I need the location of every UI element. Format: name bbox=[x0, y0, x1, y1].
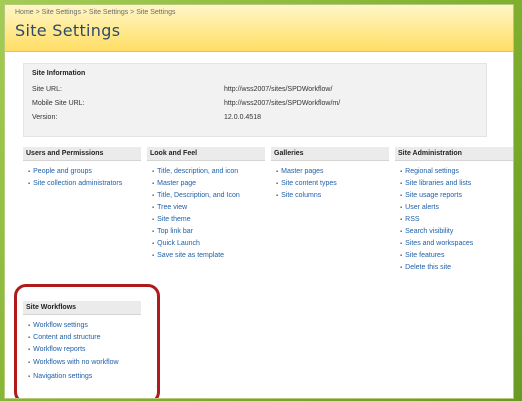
link-sites-and-workspaces[interactable]: Sites and workspaces bbox=[400, 238, 513, 250]
page-header: Home > Site Settings > Site Settings > S… bbox=[5, 5, 513, 52]
page-title: Site Settings bbox=[15, 21, 121, 40]
link-rss[interactable]: RSS bbox=[400, 214, 513, 226]
site-administration-title: Site Administration bbox=[395, 147, 513, 161]
site-information-panel: Site Information Site URL: http://wss200… bbox=[23, 63, 487, 137]
mobile-site-url-label: Mobile Site URL: bbox=[32, 100, 85, 107]
link-quick-launch[interactable]: Quick Launch bbox=[152, 238, 265, 250]
site-settings-page: Home > Site Settings > Site Settings > S… bbox=[4, 4, 514, 399]
site-url-value: http://wss2007/sites/SPDWorkflow/ bbox=[224, 86, 333, 93]
breadcrumb[interactable]: Home > Site Settings > Site Settings > S… bbox=[15, 9, 176, 16]
link-tree-view[interactable]: Tree view bbox=[152, 202, 265, 214]
link-save-site-as-template[interactable]: Save site as template bbox=[152, 250, 265, 262]
version-row: Version: 12.0.0.4518 bbox=[32, 114, 482, 124]
galleries-links: Master pages Site content types Site col… bbox=[271, 166, 389, 202]
look-and-feel-title: Look and Feel bbox=[147, 147, 265, 161]
site-administration-links: Regional settings Site libraries and lis… bbox=[395, 166, 513, 274]
link-title-description-icon-2[interactable]: Title, Description, and Icon bbox=[152, 190, 265, 202]
link-people-and-groups[interactable]: People and groups bbox=[28, 166, 141, 178]
link-user-alerts[interactable]: User alerts bbox=[400, 202, 513, 214]
look-and-feel-section: Look and Feel Title, description, and ic… bbox=[147, 147, 265, 262]
version-value: 12.0.0.4518 bbox=[224, 114, 261, 121]
users-and-permissions-title: Users and Permissions bbox=[23, 147, 141, 161]
link-site-usage-reports[interactable]: Site usage reports bbox=[400, 190, 513, 202]
version-label: Version: bbox=[32, 114, 58, 121]
highlight-outline bbox=[14, 284, 160, 398]
link-top-link-bar[interactable]: Top link bar bbox=[152, 226, 265, 238]
link-site-features[interactable]: Site features bbox=[400, 250, 513, 262]
mobile-site-url-value: http://wss2007/sites/SPDWorkflow/m/ bbox=[224, 100, 341, 107]
site-url-row: Site URL: http://wss2007/sites/SPDWorkfl… bbox=[32, 86, 482, 96]
galleries-title: Galleries bbox=[271, 147, 389, 161]
users-and-permissions-section: Users and Permissions People and groups … bbox=[23, 147, 141, 190]
link-site-collection-administrators[interactable]: Site collection administrators bbox=[28, 178, 141, 190]
look-and-feel-links: Title, description, and icon Master page… bbox=[147, 166, 265, 262]
link-site-theme[interactable]: Site theme bbox=[152, 214, 265, 226]
mobile-site-url-row: Mobile Site URL: http://wss2007/sites/SP… bbox=[32, 100, 482, 110]
link-search-visibility[interactable]: Search visibility bbox=[400, 226, 513, 238]
site-information-title: Site Information bbox=[32, 70, 86, 77]
link-master-pages[interactable]: Master pages bbox=[276, 166, 389, 178]
link-site-content-types[interactable]: Site content types bbox=[276, 178, 389, 190]
users-and-permissions-links: People and groups Site collection admini… bbox=[23, 166, 141, 190]
link-site-columns[interactable]: Site columns bbox=[276, 190, 389, 202]
link-master-page[interactable]: Master page bbox=[152, 178, 265, 190]
site-url-label: Site URL: bbox=[32, 86, 62, 93]
link-delete-this-site[interactable]: Delete this site bbox=[400, 262, 513, 274]
galleries-section: Galleries Master pages Site content type… bbox=[271, 147, 389, 202]
link-regional-settings[interactable]: Regional settings bbox=[400, 166, 513, 178]
link-title-description-icon[interactable]: Title, description, and icon bbox=[152, 166, 265, 178]
link-site-libraries-and-lists[interactable]: Site libraries and lists bbox=[400, 178, 513, 190]
site-administration-section: Site Administration Regional settings Si… bbox=[395, 147, 513, 274]
